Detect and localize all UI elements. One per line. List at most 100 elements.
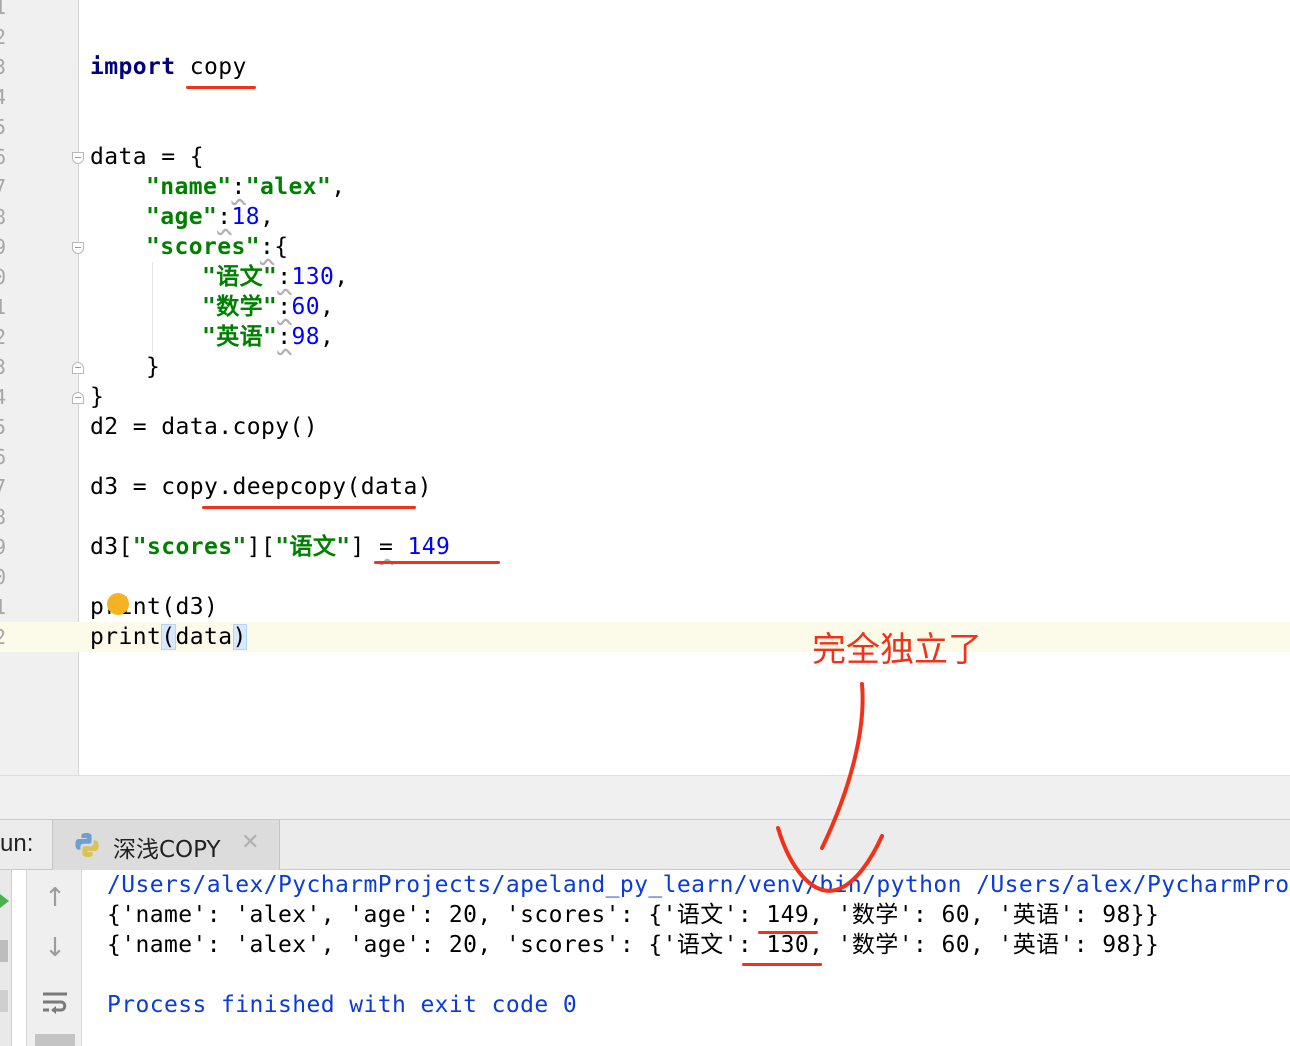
code-line-scores[interactable]: "scores":{ bbox=[146, 232, 288, 262]
code-text: ][ bbox=[246, 534, 276, 560]
red-underline bbox=[186, 86, 256, 89]
rerun-icon[interactable] bbox=[0, 894, 10, 908]
run-label: un: bbox=[0, 830, 34, 857]
string-key: "英语" bbox=[202, 324, 278, 350]
line-number: 8 bbox=[0, 205, 7, 229]
line-number: 2 bbox=[0, 325, 7, 349]
brace: { bbox=[274, 234, 289, 260]
code-line-data-open[interactable]: data = { bbox=[90, 142, 204, 172]
line-number: 5 bbox=[0, 115, 7, 139]
comma: , bbox=[260, 204, 275, 230]
print-icon[interactable] bbox=[35, 1034, 75, 1046]
arrow-up-icon[interactable]: ↑ bbox=[41, 884, 69, 912]
line-number: 9 bbox=[0, 535, 7, 559]
line-number: 8 bbox=[0, 505, 7, 529]
pause-icon[interactable] bbox=[0, 990, 8, 1012]
fold-marker-icon[interactable] bbox=[72, 392, 84, 404]
line-number: 2 bbox=[0, 25, 7, 49]
line-number: 7 bbox=[0, 475, 7, 499]
code-line-inner-close[interactable]: } bbox=[146, 352, 160, 382]
lightbulb-icon[interactable] bbox=[107, 593, 129, 615]
keyword-import: import bbox=[90, 54, 176, 80]
number-value: 130 bbox=[291, 264, 335, 290]
run-side-toolbar bbox=[0, 870, 12, 1046]
code-line-chinese[interactable]: "语文":130, bbox=[202, 262, 349, 292]
run-tab-label: 深浅COPY bbox=[113, 837, 221, 863]
code-text: print bbox=[90, 624, 162, 650]
gutter-current-line bbox=[0, 622, 79, 652]
line-number: 6 bbox=[0, 145, 7, 169]
code-line-import[interactable]: import copy bbox=[90, 52, 247, 82]
string-key: "scores" bbox=[132, 534, 247, 560]
line-number: 9 bbox=[0, 235, 7, 259]
string-key: "语文" bbox=[202, 264, 278, 290]
code-line-assign[interactable]: d3["scores"]["语文"] = 149 bbox=[90, 532, 450, 562]
fold-marker-icon[interactable] bbox=[72, 242, 84, 254]
string-key: "age" bbox=[146, 204, 218, 230]
fold-marker-icon[interactable] bbox=[72, 152, 84, 164]
colon: : bbox=[259, 234, 275, 260]
code-line-math[interactable]: "数学":60, bbox=[202, 292, 334, 322]
module-name: copy bbox=[189, 54, 247, 80]
arrow-down-icon[interactable]: ↓ bbox=[41, 934, 69, 962]
comma: , bbox=[331, 174, 346, 200]
code-text: data bbox=[175, 624, 233, 650]
string-key: "name" bbox=[146, 174, 232, 200]
line-number: 1 bbox=[0, 295, 7, 319]
line-number: 6 bbox=[0, 445, 7, 469]
code-editor[interactable]: 1 2 3 4 5 6 7 8 9 0 1 2 3 4 5 6 7 8 9 0 … bbox=[0, 0, 1290, 775]
number-value: 18 bbox=[231, 204, 260, 230]
code-line-d3[interactable]: d3 = copy.deepcopy(data) bbox=[90, 472, 432, 502]
line-number: 4 bbox=[0, 385, 7, 409]
code-line-age[interactable]: "age":18, bbox=[146, 202, 274, 232]
string-key: "scores" bbox=[146, 234, 260, 260]
console-line-output: {'name': 'alex', 'age': 20, 'scores': {'… bbox=[107, 932, 1160, 958]
string-key: "语文" bbox=[275, 534, 351, 560]
assign-operator: = bbox=[379, 534, 394, 560]
red-underline bbox=[742, 963, 822, 966]
line-number: 1 bbox=[0, 595, 7, 619]
panel-separator bbox=[0, 775, 1290, 820]
colon: : bbox=[277, 264, 292, 290]
red-underline bbox=[758, 931, 818, 934]
console-line-command: /Users/alex/PycharmProjects/apeland_py_l… bbox=[107, 872, 1290, 898]
line-number: 3 bbox=[0, 55, 7, 79]
comma: , bbox=[334, 264, 349, 290]
console-line-exit: Process finished with exit code 0 bbox=[107, 992, 578, 1018]
matched-paren: ( bbox=[161, 624, 176, 650]
soft-wrap-icon[interactable] bbox=[41, 988, 69, 1016]
number-value: 98 bbox=[291, 324, 321, 350]
red-underline bbox=[202, 506, 416, 509]
run-panel-header: un: 深浅COPY ✕ bbox=[0, 820, 1290, 870]
code-line-print-data[interactable]: print(data) bbox=[90, 622, 247, 652]
number-value: 60 bbox=[291, 294, 321, 320]
line-number: 5 bbox=[0, 415, 7, 439]
code-text: ] bbox=[350, 534, 380, 560]
line-number: 7 bbox=[0, 175, 7, 199]
matched-paren: ) bbox=[232, 624, 247, 650]
console-toolbar: ↑ ↓ bbox=[26, 870, 82, 1046]
code-text: d3[ bbox=[90, 534, 133, 560]
colon: : bbox=[217, 204, 232, 230]
close-icon[interactable]: ✕ bbox=[241, 830, 259, 855]
line-number: 0 bbox=[0, 565, 7, 589]
code-line-english[interactable]: "英语":98, bbox=[202, 322, 334, 352]
red-underline bbox=[374, 561, 500, 564]
colon: : bbox=[277, 294, 292, 320]
string-value: "alex" bbox=[245, 174, 332, 200]
indent-guide bbox=[152, 262, 153, 352]
line-number: 1 bbox=[0, 0, 7, 19]
fold-marker-icon[interactable] bbox=[72, 362, 84, 374]
code-line-outer-close[interactable]: } bbox=[90, 382, 104, 412]
colon: : bbox=[231, 174, 246, 200]
stop-icon[interactable] bbox=[0, 940, 8, 962]
run-tab[interactable]: 深浅COPY ✕ bbox=[52, 820, 280, 870]
code-line-d2[interactable]: d2 = data.copy() bbox=[90, 412, 318, 442]
string-key: "数学" bbox=[202, 294, 278, 320]
line-number: 2 bbox=[0, 625, 7, 649]
console-line-output: {'name': 'alex', 'age': 20, 'scores': {'… bbox=[107, 902, 1160, 928]
code-line-name[interactable]: "name":"alex", bbox=[146, 172, 345, 202]
comma: , bbox=[320, 294, 335, 320]
annotation-text: 完全独立了 bbox=[812, 630, 982, 670]
console-output[interactable]: /Users/alex/PycharmProjects/apeland_py_l… bbox=[82, 870, 1290, 1046]
